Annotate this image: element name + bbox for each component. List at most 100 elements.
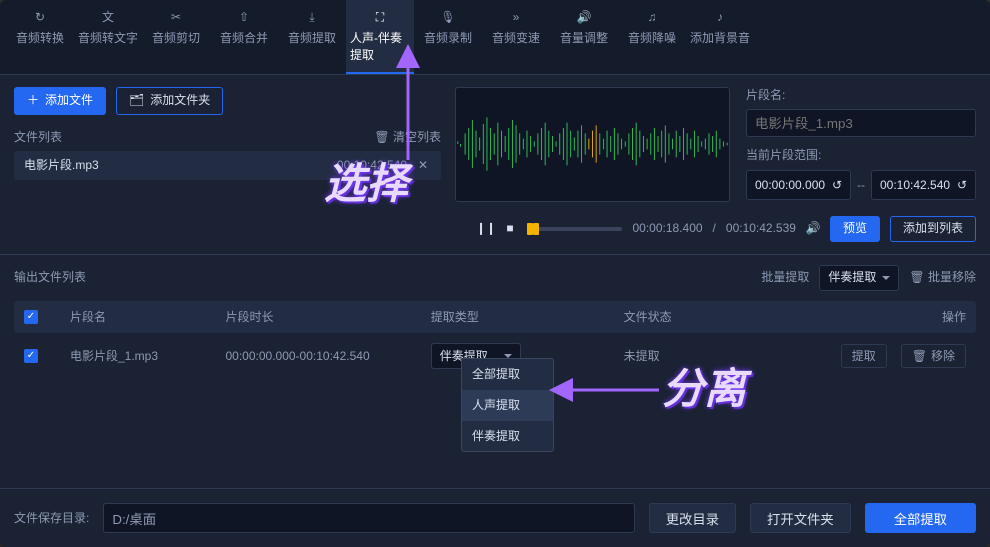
- segment-name-label: 片段名:: [746, 87, 976, 104]
- history-icon: ↺: [832, 177, 842, 194]
- select-all-checkbox[interactable]: ✓: [24, 310, 38, 324]
- slider-fill: [527, 226, 533, 232]
- col-status: 文件状态: [624, 309, 811, 326]
- extract-type-dropdown: 全部提取 人声提取 伴奏提取: [461, 358, 554, 452]
- waveform-area[interactable]: [455, 87, 730, 202]
- nav-volume-adjust[interactable]: 🔊 音量调整: [550, 0, 618, 74]
- add-file-button[interactable]: ＋ 添加文件: [14, 87, 106, 115]
- nav-audio-extract[interactable]: ⤓ 音频提取: [278, 0, 346, 74]
- clear-list-button[interactable]: 🗑 清空列表: [374, 129, 441, 146]
- col-ops: 操作: [817, 309, 967, 326]
- nav-audio-to-text[interactable]: 文 音频转文字: [74, 0, 142, 74]
- nav-label: 音频转文字: [78, 30, 138, 47]
- col-type: 提取类型: [431, 309, 618, 326]
- range-end-value: 00:10:42.540: [880, 177, 950, 194]
- btn-label: 添加到列表: [903, 220, 963, 237]
- denoise-icon: ♫: [643, 8, 661, 26]
- loop-icon: ↻: [31, 8, 49, 26]
- nav-label: 音频转换: [16, 30, 64, 47]
- progress-slider[interactable]: [527, 227, 622, 231]
- nav-audio-denoise[interactable]: ♫ 音频降噪: [618, 0, 686, 74]
- pause-button[interactable]: ❙❙: [479, 222, 493, 236]
- file-name: 电影片段.mp3: [24, 157, 99, 174]
- dropdown-option-all[interactable]: 全部提取: [462, 359, 553, 390]
- range-separator: --: [857, 177, 865, 194]
- nav-label: 音频提取: [288, 30, 336, 47]
- nav-vocal-instrument[interactable]: ⛶ 人声-伴奏提取: [346, 0, 414, 74]
- speaker-icon[interactable]: 🔊: [806, 222, 820, 236]
- segment-name-input[interactable]: [746, 109, 976, 137]
- time-total: 00:10:42.539: [726, 220, 796, 237]
- nav-add-bgm[interactable]: ♪ 添加背景音: [686, 0, 754, 74]
- playbar: ❙❙ ■ 00:00:18.400 / 00:10:42.539 🔊 预览 添加…: [0, 206, 990, 254]
- nav-audio-speed[interactable]: » 音频变速: [482, 0, 550, 74]
- plus-icon: ＋: [27, 92, 39, 109]
- nav-label: 音频剪切: [152, 30, 200, 47]
- nav-audio-convert[interactable]: ↻ 音频转换: [6, 0, 74, 74]
- history-icon: ↺: [957, 177, 967, 194]
- row-status: 未提取: [624, 348, 811, 365]
- file-list-label: 文件列表: [14, 129, 62, 146]
- dropdown-option-instrument[interactable]: 伴奏提取: [462, 421, 553, 452]
- upload-icon: ⇧: [235, 8, 253, 26]
- row-duration: 00:00:00.000-00:10:42.540: [225, 348, 424, 365]
- change-dir-button[interactable]: 更改目录: [649, 503, 736, 533]
- file-row[interactable]: 电影片段.mp3 00:10:42.540 ✕: [14, 151, 441, 180]
- nav-label: 添加背景音: [690, 30, 750, 47]
- btn-label: 全部提取: [894, 512, 947, 527]
- row-checkbox[interactable]: ✓: [24, 349, 38, 363]
- range-label: 当前片段范围:: [746, 147, 976, 164]
- btn-label: 移除: [931, 348, 955, 365]
- remove-file-icon[interactable]: ✕: [415, 158, 431, 174]
- bulk-select-value: 伴奏提取: [828, 269, 876, 286]
- row-extract-button[interactable]: 提取: [841, 344, 887, 368]
- stop-button[interactable]: ■: [503, 222, 517, 236]
- preview-button[interactable]: 预览: [830, 216, 880, 242]
- btn-label: 添加文件: [45, 92, 93, 109]
- range-end-input[interactable]: 00:10:42.540 ↺: [871, 170, 976, 200]
- btn-label: 预览: [843, 220, 867, 237]
- trash-icon: 🗑: [909, 270, 924, 284]
- nav-label: 音频变速: [492, 30, 540, 47]
- time-sep: /: [713, 220, 716, 237]
- clear-list-label: 清空列表: [393, 130, 441, 144]
- col-name: 片段名: [70, 309, 219, 326]
- btn-label: 更改目录: [666, 512, 719, 527]
- bulk-delete-button[interactable]: 🗑 批量移除: [909, 269, 976, 286]
- file-duration: 00:10:42.540: [337, 157, 407, 174]
- save-path-input[interactable]: [103, 503, 634, 533]
- nav-audio-record[interactable]: 🎙 音频录制: [414, 0, 482, 74]
- nav-label: 音量调整: [560, 30, 608, 47]
- footer: 文件保存目录: 更改目录 打开文件夹 全部提取: [0, 488, 990, 547]
- text-icon: 文: [99, 8, 117, 26]
- folder-icon: 🗂: [129, 92, 144, 109]
- row-remove-button[interactable]: 🗑 移除: [901, 344, 966, 368]
- volume-icon: 🔊: [575, 8, 593, 26]
- nav-label: 音频合并: [220, 30, 268, 47]
- top-nav: ↻ 音频转换 文 音频转文字 ✂ 音频剪切 ⇧ 音频合并 ⤓ 音频提取 ⛶ 人声…: [0, 0, 990, 75]
- open-folder-button[interactable]: 打开文件夹: [750, 503, 851, 533]
- table-header: ✓ 片段名 片段时长 提取类型 文件状态 操作: [14, 301, 976, 334]
- trash-icon: 🗑: [912, 348, 927, 365]
- save-dir-label: 文件保存目录:: [14, 510, 89, 527]
- bulk-extract-select[interactable]: 伴奏提取: [819, 265, 899, 291]
- add-folder-button[interactable]: 🗂 添加文件夹: [116, 87, 223, 115]
- time-current: 00:00:18.400: [632, 220, 702, 237]
- btn-label: 添加文件夹: [150, 92, 210, 109]
- trash-icon: 🗑: [374, 130, 389, 144]
- col-dur: 片段时长: [225, 309, 424, 326]
- add-to-list-button[interactable]: 添加到列表: [890, 216, 976, 242]
- nav-audio-merge[interactable]: ⇧ 音频合并: [210, 0, 278, 74]
- extract-all-button[interactable]: 全部提取: [865, 503, 976, 533]
- range-start-value: 00:00:00.000: [755, 177, 825, 194]
- nav-audio-cut[interactable]: ✂ 音频剪切: [142, 0, 210, 74]
- output-list-label: 输出文件列表: [14, 269, 86, 286]
- range-start-input[interactable]: 00:00:00.000 ↺: [746, 170, 851, 200]
- btn-label: 打开文件夹: [767, 512, 834, 527]
- btn-label: 提取: [852, 348, 876, 365]
- dropdown-option-vocal[interactable]: 人声提取: [462, 390, 553, 421]
- scan-icon: ⛶: [371, 8, 389, 26]
- row-name: 电影片段_1.mp3: [70, 348, 219, 365]
- file-panel: ＋ 添加文件 🗂 添加文件夹 文件列表 🗑 清空列表: [0, 75, 455, 185]
- bulk-extract-label: 批量提取: [761, 269, 809, 286]
